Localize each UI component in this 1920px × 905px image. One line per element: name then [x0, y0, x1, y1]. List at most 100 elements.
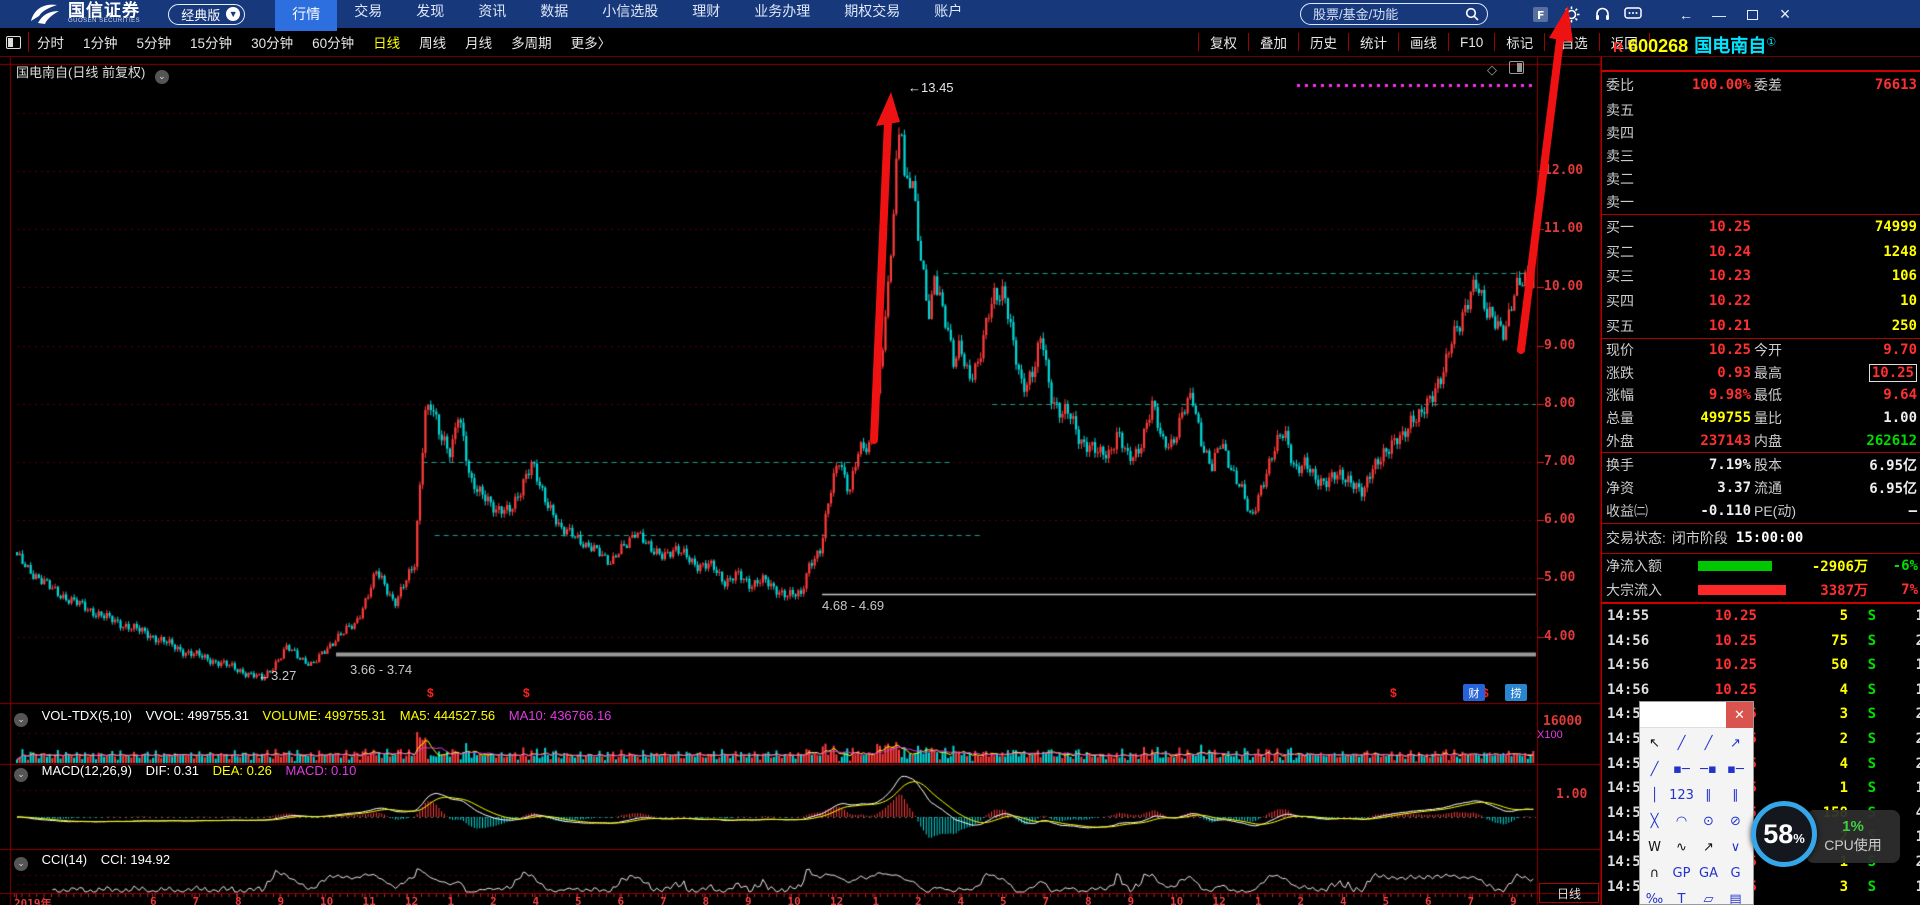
flow-label: 净流入额 — [1606, 556, 1662, 576]
menu-item-6[interactable]: 小信选股 — [585, 0, 675, 25]
tool-h-anchored[interactable]: ▪─ — [1722, 756, 1749, 782]
tool-t-lines[interactable]: T — [1668, 886, 1695, 905]
toolbar-button-3[interactable]: 历史 — [1298, 33, 1348, 51]
tool-cursor[interactable]: ↖ — [1641, 730, 1668, 756]
tick-price: 10.25 — [1715, 682, 1757, 698]
timeframe-6[interactable]: 60分钟 — [312, 32, 354, 52]
month-tick: 7 — [660, 895, 667, 905]
tick-time: 14:56 — [1607, 657, 1649, 673]
menu-item-9[interactable]: 期权交易 — [827, 0, 917, 25]
buy-price: 10.22 — [1709, 293, 1751, 309]
timeframe-3[interactable]: 5分钟 — [137, 32, 172, 52]
timeframe-9[interactable]: 月线 — [465, 32, 492, 52]
menu-item-1[interactable]: 行情 — [275, 0, 337, 31]
month-tick: 5 — [1383, 895, 1390, 905]
drawing-toolbar-titlebar[interactable]: ✕ — [1640, 702, 1753, 728]
back-button[interactable]: ← — [1678, 7, 1694, 23]
tool-anchored-segment[interactable]: ▪─ — [1668, 756, 1695, 782]
chevron-down-icon: ▼ — [226, 7, 240, 21]
menu-item-5[interactable]: 数据 — [523, 0, 585, 25]
tool-segment[interactable]: ╱ — [1641, 756, 1668, 782]
tool-percent-lines[interactable]: ‰ — [1641, 886, 1668, 905]
timeframe-10[interactable]: 多周期 — [511, 32, 552, 52]
macd-collapse-icon[interactable]: ⌄ — [14, 768, 28, 782]
tick-count: 2 — [1916, 633, 1920, 649]
timeframe-11[interactable]: 更多〉 — [571, 32, 612, 52]
timeframe-1[interactable]: 分时 — [37, 32, 64, 52]
tick-volume: 1 — [1840, 780, 1848, 796]
tool-trend-line[interactable]: ╱ — [1668, 730, 1695, 756]
tick-count: 2 — [1916, 731, 1920, 747]
tool-ellipse[interactable]: ⊘ — [1722, 808, 1749, 834]
top-dot-diamond-icon[interactable]: ◇ — [1487, 62, 1497, 78]
tool-zigzag-up[interactable]: ↗ — [1695, 834, 1722, 860]
tool-parallel-lines[interactable]: ∥ — [1695, 782, 1722, 808]
tool-ray-line[interactable]: ╱ — [1695, 730, 1722, 756]
tool-v-line[interactable]: │ — [1641, 782, 1668, 808]
quote-info-2: 换手7.19%股本6.95亿净资3.37流通6.95亿收益㈡-0.110PE(动… — [1602, 453, 1920, 523]
toolbar-button-8[interactable]: -自选 — [1544, 33, 1599, 51]
f-panel-icon[interactable]: F — [1530, 4, 1550, 24]
tool-gann-g[interactable]: G — [1722, 860, 1749, 886]
timeframe-4[interactable]: 15分钟 — [190, 32, 232, 52]
tool-gann-gp[interactable]: GP — [1668, 860, 1695, 886]
tool-arrow-line[interactable]: ↗ — [1722, 730, 1749, 756]
toolbar-button-4[interactable]: 统计 — [1348, 33, 1398, 51]
month-tick: 8 — [235, 895, 242, 905]
tool-parallel-lines-2[interactable]: ∥ — [1722, 782, 1749, 808]
toolbar-button-5[interactable]: 画线 — [1398, 33, 1448, 51]
tool-circle[interactable]: ⊙ — [1695, 808, 1722, 834]
close-icon[interactable]: ✕ — [1726, 702, 1753, 728]
tick-flag: S — [1868, 756, 1876, 772]
timeframe-2[interactable]: 1分钟 — [83, 32, 118, 52]
toolbar-button-2[interactable]: 叠加 — [1248, 33, 1298, 51]
chat-icon[interactable] — [1623, 4, 1643, 24]
toolbar-button-6[interactable]: F10 — [1448, 33, 1494, 51]
corner-badge-2[interactable]: 捞 — [1505, 684, 1527, 701]
month-tick: 4 — [533, 895, 540, 905]
split-window-icon[interactable] — [6, 36, 21, 49]
close-button[interactable]: × — [1777, 4, 1793, 25]
collapse-chevron-icon[interactable]: ⌄ — [155, 70, 169, 84]
menu-item-4[interactable]: 资讯 — [461, 0, 523, 25]
menu-item-2[interactable]: 交易 — [337, 0, 399, 25]
cpu-usage-pill: 1% CPU使用 — [1806, 810, 1900, 863]
macd-indicator-name: MACD(12,26,9) — [42, 763, 132, 778]
menu-item-7[interactable]: 理财 — [675, 0, 737, 25]
tool-peaks[interactable]: ∿ — [1668, 834, 1695, 860]
tool-zigzag-down[interactable]: ∨ — [1722, 834, 1749, 860]
menu-item-3[interactable]: 发现 — [399, 0, 461, 25]
gear-icon[interactable] — [1561, 4, 1581, 24]
info-row: 换手7.19%股本6.95亿 — [1602, 453, 1920, 476]
menu-item-8[interactable]: 业务办理 — [737, 0, 827, 25]
vol-collapse-icon[interactable]: ⌄ — [14, 713, 28, 727]
tool-measure-123[interactable]: 123 — [1668, 782, 1695, 808]
timeframe-8[interactable]: 周线 — [419, 32, 446, 52]
search-input[interactable] — [1313, 7, 1465, 22]
search-box[interactable] — [1300, 3, 1488, 25]
tool-channel-grid[interactable]: ▤ — [1722, 886, 1749, 905]
tool-gann-ga[interactable]: GA — [1695, 860, 1722, 886]
corner-badge-1[interactable]: 财 — [1463, 684, 1485, 701]
cpu-percent-gauge[interactable]: 58 % — [1751, 801, 1817, 867]
tool-curve-peak[interactable]: ∩ — [1641, 860, 1668, 886]
search-icon[interactable] — [1465, 7, 1479, 21]
tool-arc[interactable]: ◠ — [1668, 808, 1695, 834]
timeframe-5[interactable]: 30分钟 — [251, 32, 293, 52]
edition-dropdown[interactable]: 经典版 ▼ — [168, 4, 245, 25]
cci-collapse-icon[interactable]: ⌄ — [14, 857, 28, 871]
minimize-button[interactable]: — — [1711, 7, 1727, 23]
info-row: 收益㈡-0.110PE(动)— — [1602, 499, 1920, 522]
tool-cross-line[interactable]: ╳ — [1641, 808, 1668, 834]
maximize-button[interactable] — [1744, 7, 1760, 23]
tool-parallelogram[interactable]: ▱ — [1695, 886, 1722, 905]
timeframe-7[interactable]: 日线 — [373, 32, 400, 52]
toolbar-button-7[interactable]: 标记 — [1494, 33, 1544, 51]
toolbar-button-1[interactable]: 复权 — [1198, 33, 1248, 51]
headset-icon[interactable] — [1592, 4, 1612, 24]
tool-wave-w[interactable]: W — [1641, 834, 1668, 860]
tick-row: 14:5610.2550S1 — [1602, 653, 1920, 678]
pane-split-icon[interactable] — [1509, 61, 1524, 79]
menu-item-10[interactable]: 账户 — [917, 0, 979, 25]
tool-h-segment[interactable]: ─▪ — [1695, 756, 1722, 782]
